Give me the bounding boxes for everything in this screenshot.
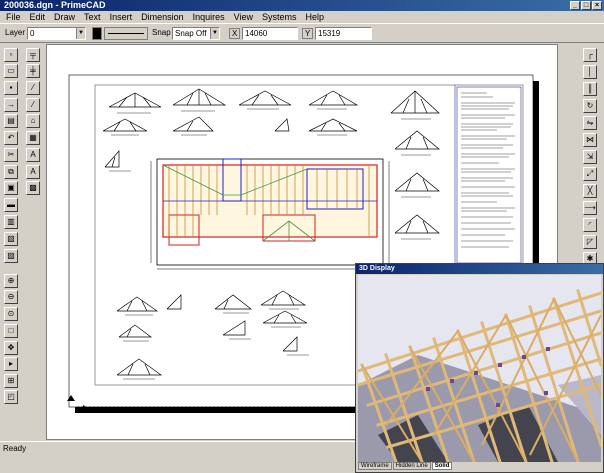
rotate-icon[interactable]: ↻ (583, 99, 597, 113)
stretch-icon[interactable]: ⇲ (583, 150, 597, 164)
menu-file[interactable]: File (2, 11, 25, 23)
snap-select[interactable]: Snap Off ▼ (172, 27, 220, 40)
zoom-in-icon[interactable]: ⊕ (4, 274, 18, 288)
snap-value: Snap Off (175, 29, 207, 38)
properties-icon[interactable]: ▥ (4, 215, 18, 229)
maximize-button[interactable]: □ (581, 1, 591, 10)
menu-view[interactable]: View (230, 11, 257, 23)
print-icon[interactable]: ▤ (4, 114, 18, 128)
chamfer-icon[interactable]: ◸ (583, 235, 597, 249)
properties-toolbar: Layer 0 ▼ Snap Snap Off ▼ X 14060 Y 1531… (0, 23, 604, 43)
left-tool-palette: ▫ ╤ ▭ ╪ ▪ ⁄ → ⁄ ▤ ⌂ ↶ ▦ ✂ A ⧉ A ▣ ▩ ▬ ▥ … (0, 44, 46, 440)
array-icon[interactable]: ⋈ (583, 133, 597, 147)
zoom-extents-icon[interactable]: □ (4, 324, 18, 338)
chevron-down-icon[interactable]: ▼ (76, 28, 85, 39)
new-file-icon[interactable]: ▫ (4, 48, 18, 62)
y-label: Y (302, 28, 314, 39)
close-button[interactable]: × (592, 1, 602, 10)
window-titlebar: 200036.dgn - PrimeCAD _ □ × (0, 0, 604, 11)
save-file-icon[interactable]: ▪ (4, 81, 18, 95)
truss-tool-icon[interactable]: ╤ (26, 48, 40, 62)
roof-tool-icon[interactable]: ⌂ (26, 114, 40, 128)
3d-roof-render (358, 275, 601, 462)
status-bar: Ready (0, 441, 355, 455)
menu-systems[interactable]: Systems (258, 11, 301, 23)
text-abc-icon[interactable]: A (26, 148, 40, 162)
copy-icon[interactable]: ⧉ (4, 165, 18, 179)
line-style-select[interactable] (104, 27, 148, 40)
menu-bar: File Edit Draw Text Insert Dimension Inq… (0, 11, 604, 23)
menu-draw[interactable]: Draw (50, 11, 79, 23)
menu-dimension[interactable]: Dimension (137, 11, 188, 23)
x-coordinate-field[interactable]: 14060 (242, 27, 298, 40)
viewer-title: 3D Display (356, 264, 603, 274)
chevron-down-icon[interactable]: ▼ (210, 28, 219, 39)
align-top-icon[interactable]: ┌ (583, 48, 597, 62)
y-coordinate-field[interactable]: 15319 (315, 27, 372, 40)
menu-help[interactable]: Help (302, 11, 329, 23)
erase-icon[interactable]: ▬ (4, 198, 18, 212)
diagonal-tool-2-icon[interactable]: ⁄ (26, 98, 40, 112)
layer-label: Layer (5, 28, 26, 37)
layer-select[interactable]: 0 ▼ (27, 27, 86, 40)
color-swatch[interactable] (92, 27, 102, 40)
x-label: X (229, 28, 241, 39)
grid-icon[interactable]: ⊞ (4, 374, 18, 388)
tab-wireframe[interactable]: Wireframe (358, 462, 392, 470)
menu-insert[interactable]: Insert (106, 11, 137, 23)
cut-icon[interactable]: ✂ (4, 148, 18, 162)
3d-truss-scene[interactable] (358, 275, 601, 462)
zoom-window-icon[interactable]: ⊙ (4, 307, 18, 321)
import-icon[interactable]: → (4, 98, 18, 112)
layer-value: 0 (30, 29, 35, 38)
tab-hidden-line[interactable]: Hidden Line (392, 462, 431, 470)
layer-stack-icon[interactable]: ▦ (26, 131, 40, 145)
align-distribute-icon[interactable]: ║ (583, 82, 597, 96)
mirror-icon[interactable]: ⇋ (583, 116, 597, 130)
image-icon[interactable]: ▩ (26, 181, 40, 195)
fill-icon[interactable]: ▨ (4, 249, 18, 263)
viewer-tabs: Wireframe Hidden Line Solid (358, 462, 453, 470)
redraw-icon[interactable]: ▸ (4, 357, 18, 371)
undo-icon[interactable]: ↶ (4, 131, 18, 145)
trim-icon[interactable]: ╳ (583, 184, 597, 198)
text-edit-icon[interactable]: A (26, 165, 40, 179)
fillet-icon[interactable]: ◜ (583, 218, 597, 232)
menu-edit[interactable]: Edit (26, 11, 50, 23)
hatch-icon[interactable]: ▧ (4, 232, 18, 246)
menu-inquires[interactable]: Inquires (189, 11, 229, 23)
tab-solid[interactable]: Solid (431, 462, 453, 470)
extend-icon[interactable]: ⟶ (583, 201, 597, 215)
view-3d-icon[interactable]: ◰ (4, 390, 18, 404)
status-text: Ready (3, 444, 27, 453)
diagonal-tool-icon[interactable]: ⁄ (26, 81, 40, 95)
truss-split-icon[interactable]: ╪ (26, 64, 40, 78)
3d-viewer-window[interactable]: 3D Display Wireframe Hidden Line Solid (355, 263, 604, 473)
minimize-button[interactable]: _ (570, 1, 580, 10)
snap-label: Snap (152, 28, 171, 37)
window-title: 200036.dgn - PrimeCAD (4, 0, 106, 10)
scale-icon[interactable]: ⤢ (583, 167, 597, 181)
window-controls: _ □ × (570, 1, 602, 10)
open-file-icon[interactable]: ▭ (4, 64, 18, 78)
paste-icon[interactable]: ▣ (4, 181, 18, 195)
align-vertical-icon[interactable]: │ (583, 65, 597, 79)
pan-icon[interactable]: ✥ (4, 341, 18, 355)
menu-text[interactable]: Text (80, 11, 105, 23)
zoom-out-icon[interactable]: ⊖ (4, 290, 18, 304)
